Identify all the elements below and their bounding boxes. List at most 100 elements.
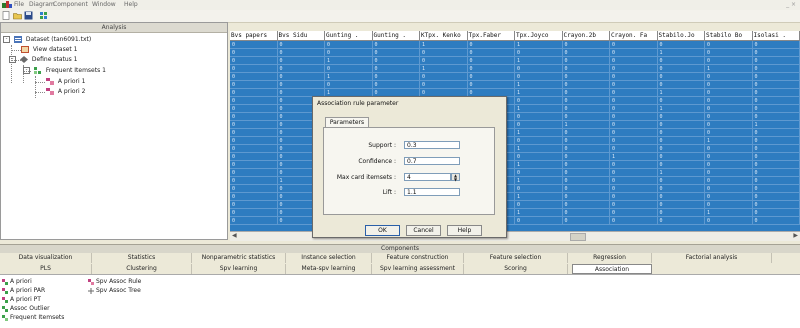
tab-meta-spv-learning[interactable]: Meta-spv learning	[286, 264, 372, 274]
grid-cell[interactable]: 0	[230, 185, 278, 193]
component-spv-assoc-rule[interactable]: Spv Assoc Rule	[88, 277, 141, 286]
grid-cell[interactable]: 0	[515, 113, 563, 121]
tools-icon[interactable]	[39, 11, 48, 20]
grid-cell[interactable]: 0	[515, 137, 563, 145]
column-header[interactable]: Crayon. Fa	[610, 31, 658, 40]
grid-cell[interactable]: 0	[230, 113, 278, 121]
grid-cell[interactable]: 0	[230, 129, 278, 137]
grid-cell[interactable]: 0	[515, 169, 563, 177]
grid-cell[interactable]: 0	[753, 169, 800, 177]
window-controls[interactable]: _ ×	[786, 1, 796, 8]
grid-cell[interactable]: 0	[753, 201, 800, 209]
grid-cell[interactable]: 0	[563, 177, 611, 185]
grid-cell[interactable]: 0	[230, 217, 278, 225]
grid-cell[interactable]: 0	[658, 185, 706, 193]
grid-cell[interactable]: 1	[515, 105, 563, 113]
grid-cell[interactable]: 0	[753, 113, 800, 121]
menu-component[interactable]: Component	[53, 1, 88, 8]
grid-cell[interactable]: 0	[753, 89, 800, 97]
grid-cell[interactable]: 0	[610, 105, 658, 113]
grid-cell[interactable]: 0	[278, 41, 326, 49]
grid-cell[interactable]: 0	[515, 49, 563, 57]
grid-cell[interactable]: 0	[753, 129, 800, 137]
grid-cell[interactable]: 0	[658, 137, 706, 145]
grid-cell[interactable]: 0	[278, 81, 326, 89]
grid-cell[interactable]: 0	[610, 161, 658, 169]
grid-cell[interactable]: 0	[325, 41, 373, 49]
grid-cell[interactable]: 0	[468, 65, 516, 73]
tab-factorial-analysis[interactable]: Factorial analysis	[652, 253, 772, 263]
grid-cell[interactable]: 0	[705, 81, 753, 89]
grid-cell[interactable]: 1	[420, 41, 468, 49]
collapse-toggle-icon[interactable]: -	[23, 67, 30, 74]
grid-cell[interactable]: 0	[610, 73, 658, 81]
grid-cell[interactable]: 0	[753, 217, 800, 225]
scroll-left-icon[interactable]: ◀	[232, 232, 237, 239]
grid-cell[interactable]: 0	[610, 217, 658, 225]
tab-feature-construction[interactable]: Feature construction	[372, 253, 464, 263]
grid-cell[interactable]: 0	[563, 57, 611, 65]
grid-cell[interactable]: 1	[705, 137, 753, 145]
grid-cell[interactable]: 0	[468, 41, 516, 49]
grid-cell[interactable]: 0	[658, 153, 706, 161]
grid-cell[interactable]: 0	[468, 49, 516, 57]
tree-item-view-dataset[interactable]: View dataset 1	[21, 45, 77, 55]
grid-cell[interactable]: 1	[515, 81, 563, 89]
grid-cell[interactable]: 0	[230, 73, 278, 81]
grid-cell[interactable]: 1	[658, 49, 706, 57]
tab-instance-selection[interactable]: Instance selection	[286, 253, 372, 263]
grid-cell[interactable]: 0	[278, 49, 326, 57]
grid-cell[interactable]: 1	[515, 209, 563, 217]
grid-cell[interactable]: 0	[705, 97, 753, 105]
grid-cell[interactable]: 0	[610, 113, 658, 121]
max-card-itemsets-field[interactable]: 4	[404, 173, 451, 181]
component-apriori[interactable]: A priori	[2, 277, 32, 286]
grid-cell[interactable]: 0	[230, 161, 278, 169]
grid-cell[interactable]: 0	[563, 201, 611, 209]
grid-cell[interactable]: 0	[230, 65, 278, 73]
grid-cell[interactable]: 0	[515, 201, 563, 209]
grid-cell[interactable]: 0	[705, 129, 753, 137]
grid-cell[interactable]: 0	[610, 201, 658, 209]
grid-cell[interactable]: 0	[230, 169, 278, 177]
grid-cell[interactable]: 0	[325, 49, 373, 57]
column-header[interactable]: Bvs Sidu	[278, 31, 326, 40]
grid-cell[interactable]: 0	[230, 49, 278, 57]
save-icon[interactable]	[24, 11, 33, 20]
grid-cell[interactable]: 0	[563, 89, 611, 97]
lift-field[interactable]: 1.1	[404, 188, 460, 196]
tab-spv-learning-assessment[interactable]: Spv learning assessment	[372, 264, 464, 274]
grid-cell[interactable]: 0	[563, 49, 611, 57]
grid-cell[interactable]: 0	[705, 153, 753, 161]
grid-cell[interactable]: 0	[753, 81, 800, 89]
component-frequent-itemsets[interactable]: Frequent Itemsets	[2, 313, 64, 322]
grid-cell[interactable]: 1	[658, 105, 706, 113]
grid-cell[interactable]: 0	[658, 41, 706, 49]
grid-cell[interactable]: 1	[515, 129, 563, 137]
grid-cell[interactable]: 0	[230, 177, 278, 185]
grid-cell[interactable]: 0	[278, 57, 326, 65]
grid-cell[interactable]: 0	[563, 73, 611, 81]
grid-cell[interactable]: 0	[610, 81, 658, 89]
grid-cell[interactable]: 0	[230, 201, 278, 209]
tree-item-frequent-itemsets[interactable]: - Frequent Itemsets 1	[23, 66, 106, 76]
grid-cell[interactable]: 0	[705, 41, 753, 49]
grid-cell[interactable]: 0	[705, 145, 753, 153]
grid-cell[interactable]: 0	[753, 137, 800, 145]
grid-cell[interactable]: 0	[658, 145, 706, 153]
column-header[interactable]: Bvs papers	[230, 31, 278, 40]
tab-statistics[interactable]: Statistics	[92, 253, 192, 263]
grid-cell[interactable]: 0	[753, 73, 800, 81]
grid-cell[interactable]: 1	[705, 209, 753, 217]
grid-cell[interactable]: 0	[563, 137, 611, 145]
grid-cell[interactable]: 0	[753, 105, 800, 113]
grid-cell[interactable]: 0	[705, 121, 753, 129]
grid-cell[interactable]: 0	[515, 217, 563, 225]
grid-cell[interactable]: 0	[420, 49, 468, 57]
grid-cell[interactable]: 0	[610, 65, 658, 73]
tree-item-apriori-2[interactable]: A priori 2	[46, 87, 85, 97]
grid-cell[interactable]: 0	[278, 65, 326, 73]
grid-cell[interactable]: 0	[753, 97, 800, 105]
grid-cell[interactable]: 0	[230, 105, 278, 113]
grid-cell[interactable]: 1	[325, 57, 373, 65]
